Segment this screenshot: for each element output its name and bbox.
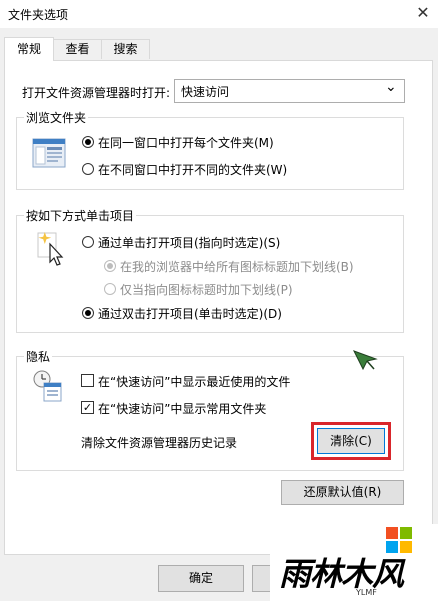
checkbox-recent-files[interactable]	[81, 374, 94, 387]
tab-search[interactable]: 搜索	[101, 39, 150, 59]
radio-same-window-label: 在同一窗口中打开每个文件夹(M)	[98, 136, 274, 150]
cursor-arrow-icon	[352, 349, 378, 371]
tab-strip: 常规 查看 搜索	[0, 28, 438, 61]
pointer-hand-icon	[36, 230, 66, 266]
restore-defaults-button[interactable]: 还原默认值(R)	[281, 480, 404, 505]
open-explorer-value: 快速访问	[181, 85, 230, 99]
close-icon[interactable]: ✕	[413, 3, 433, 23]
radio-underline-always-label: 在我的浏览器中给所有图标标题加下划线(B)	[120, 260, 354, 274]
radio-new-window-label: 在不同窗口中打开不同的文件夹(W)	[98, 163, 288, 177]
radio-underline-always[interactable]	[104, 260, 116, 272]
ok-button[interactable]: 确定	[158, 565, 244, 592]
checkbox-frequent-folders[interactable]: ✓	[81, 401, 94, 414]
watermark-sub-text: YLMF	[356, 588, 377, 597]
open-explorer-label: 打开文件资源管理器时打开:	[22, 86, 171, 100]
radio-new-window[interactable]	[82, 163, 94, 175]
chevron-down-icon: ⌄	[385, 79, 397, 95]
click-items-legend: 按如下方式单击项目	[24, 207, 137, 224]
tab-view[interactable]: 查看	[53, 39, 102, 59]
checkbox-frequent-folders-label: 在“快速访问”中显示常用文件夹	[98, 402, 267, 416]
checkbox-recent-files-label: 在“快速访问”中显示最近使用的文件	[98, 375, 291, 389]
radio-underline-on-point-label: 仅当指向图标标题时加下划线(P)	[120, 283, 293, 297]
clear-button[interactable]: 清除(C)	[317, 428, 385, 454]
recent-files-icon	[32, 369, 66, 403]
privacy-legend: 隐私	[24, 348, 53, 365]
tab-general[interactable]: 常规	[4, 37, 54, 61]
browse-folders-legend: 浏览文件夹	[24, 109, 89, 126]
browse-folders-icon	[32, 138, 66, 168]
radio-underline-on-point[interactable]	[104, 283, 116, 295]
radio-single-click[interactable]	[82, 236, 94, 248]
windows-logo-icon	[386, 527, 412, 553]
radio-same-window[interactable]	[82, 136, 94, 148]
radio-double-click[interactable]	[82, 307, 94, 319]
watermark-logo-text: 雨林木风	[279, 555, 404, 593]
radio-single-click-label: 通过单击打开项目(指向时选定)(S)	[98, 236, 281, 250]
radio-double-click-label: 通过双击打开项目(单击时选定)(D)	[98, 307, 282, 321]
open-explorer-select[interactable]: 快速访问 ⌄	[174, 79, 405, 103]
window-title: 文件夹选项	[8, 8, 69, 22]
browse-folders-group	[16, 117, 404, 190]
clear-history-label: 清除文件资源管理器历史记录	[81, 436, 238, 450]
